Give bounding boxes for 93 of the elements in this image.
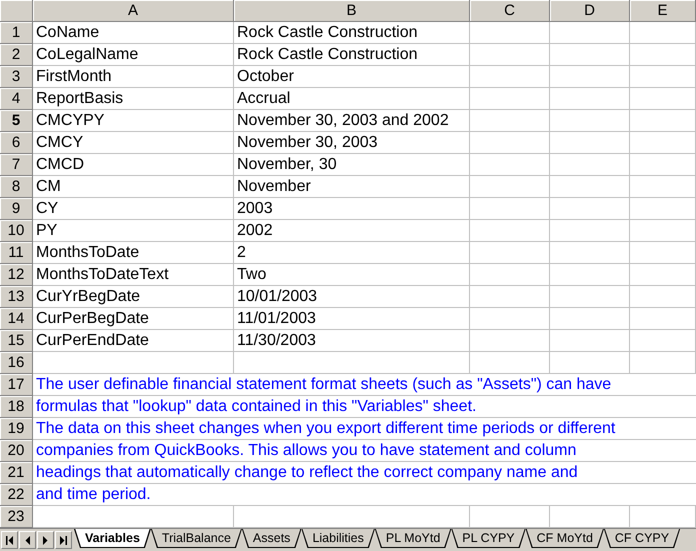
row-header[interactable]: 16 [0, 352, 33, 374]
sheet-tab[interactable]: Liabilities [301, 529, 375, 548]
table-cell: November 30, 2003 [234, 132, 470, 154]
row-header[interactable]: 19 [0, 418, 33, 440]
note-text: The user definable financial statement format sheets (such as "Assets") can have [33, 374, 696, 396]
table-cell [630, 44, 696, 66]
table-cell: CurYrBegDate [33, 286, 234, 308]
row-header[interactable]: 11 [0, 242, 33, 264]
table-cell [630, 286, 696, 308]
table-cell: CoName [33, 22, 234, 44]
table-cell: CMCD [33, 154, 234, 176]
table-cell: MonthsToDateText [33, 264, 234, 286]
row-header[interactable]: 8 [0, 176, 33, 198]
note-text: headings that automatically change to reflect the correct company name and [33, 462, 696, 484]
column-header[interactable]: E [630, 0, 696, 22]
table-cell: 11/30/2003 [234, 330, 470, 352]
row-header[interactable]: 17 [0, 374, 33, 396]
note-text: The data on this sheet changes when you export different time periods or different [33, 418, 696, 440]
last-sheet-icon[interactable] [55, 531, 72, 549]
row-header[interactable]: 15 [0, 330, 33, 352]
row-header[interactable]: 5 [0, 110, 33, 132]
row-header[interactable]: 10 [0, 220, 33, 242]
table-cell [630, 352, 696, 374]
note-text: formulas that "lookup" data contained in this "Variables" sheet. [33, 396, 696, 418]
table-cell [630, 154, 696, 176]
table-cell: Rock Castle Construction [234, 44, 470, 66]
table-cell [630, 132, 696, 154]
table-cell [630, 110, 696, 132]
previous-sheet-icon[interactable] [19, 531, 36, 549]
table-cell: November [234, 176, 470, 198]
row-header[interactable]: 2 [0, 44, 33, 66]
table-cell: November 30, 2003 and 2002 [234, 110, 470, 132]
table-cell: MonthsToDate [33, 242, 234, 264]
table-cell: CMCYPY [33, 110, 234, 132]
table-cell: CMCY [33, 132, 234, 154]
column-header[interactable]: C [470, 0, 550, 22]
row-header[interactable]: 22 [0, 484, 33, 506]
table-cell: CurPerEndDate [33, 330, 234, 352]
table-cell [630, 198, 696, 220]
table-cell: 2 [234, 242, 470, 264]
table-cell: 10/01/2003 [234, 286, 470, 308]
first-sheet-icon[interactable] [1, 531, 18, 549]
table-cell [630, 220, 696, 242]
column-header[interactable]: B [234, 0, 470, 22]
sheet-tab[interactable]: Variables [74, 529, 151, 548]
table-cell: CoLegalName [33, 44, 234, 66]
note-text: companies from QuickBooks. This allows you to have statement and column [33, 440, 696, 462]
row-header[interactable]: 18 [0, 396, 33, 418]
table-cell: Rock Castle Construction [234, 22, 470, 44]
row-header[interactable]: 6 [0, 132, 33, 154]
table-cell: ReportBasis [33, 88, 234, 110]
row-header[interactable]: 7 [0, 154, 33, 176]
sheet-tab[interactable]: PL MoYtd [374, 529, 452, 548]
sheet-tab[interactable]: PL CYPY [451, 529, 526, 548]
row-header[interactable]: 13 [0, 286, 33, 308]
table-cell: Two [234, 264, 470, 286]
row-header[interactable]: 3 [0, 66, 33, 88]
table-cell: October [234, 66, 470, 88]
table-cell [630, 330, 696, 352]
table-cell: CurPerBegDate [33, 308, 234, 330]
row-header[interactable]: 20 [0, 440, 33, 462]
table-cell [630, 176, 696, 198]
select-all-corner[interactable] [0, 0, 33, 22]
table-cell: 2003 [234, 198, 470, 220]
table-cell [630, 22, 696, 44]
column-header[interactable]: D [550, 0, 630, 22]
table-cell: FirstMonth [33, 66, 234, 88]
row-header[interactable]: 1 [0, 22, 33, 44]
row-header[interactable]: 14 [0, 308, 33, 330]
table-cell: November, 30 [234, 154, 470, 176]
table-cell: CY [33, 198, 234, 220]
table-cell [630, 264, 696, 286]
row-header[interactable]: 23 [0, 506, 33, 528]
table-cell [630, 66, 696, 88]
next-sheet-icon[interactable] [37, 531, 54, 549]
sheet-tab[interactable]: TrialBalance [150, 529, 242, 548]
row-header[interactable]: 12 [0, 264, 33, 286]
row-header[interactable]: 21 [0, 462, 33, 484]
table-cell: 2002 [234, 220, 470, 242]
table-cell: 11/01/2003 [234, 308, 470, 330]
table-cell [630, 242, 696, 264]
note-text: and time period. [33, 484, 696, 506]
column-header[interactable]: A [33, 0, 234, 22]
sheet-tab[interactable]: Assets [242, 529, 302, 548]
row-header[interactable]: 4 [0, 88, 33, 110]
table-cell [630, 88, 696, 110]
table-cell: PY [33, 220, 234, 242]
sheet-tab[interactable]: CF CYPY [604, 529, 680, 548]
table-cell: CM [33, 176, 234, 198]
row-header[interactable]: 9 [0, 198, 33, 220]
sheet-tab[interactable]: CF MoYtd [526, 529, 604, 548]
table-cell: Accrual [234, 88, 470, 110]
table-cell [630, 308, 696, 330]
